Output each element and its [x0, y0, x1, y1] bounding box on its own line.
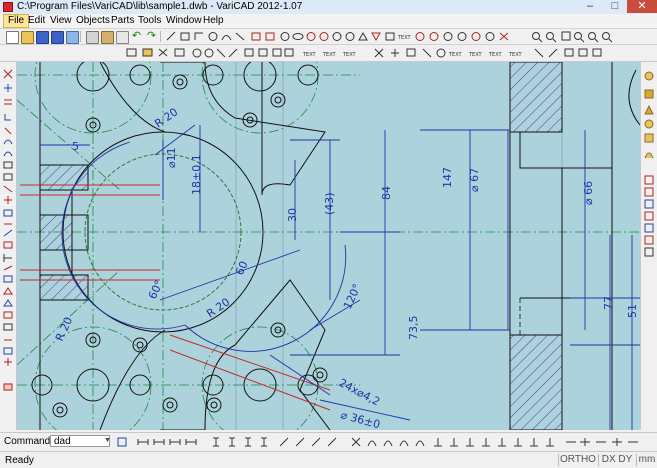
- save-all-icon[interactable]: [66, 31, 79, 44]
- svg-text:TEXT: TEXT: [468, 52, 483, 58]
- dimension-toolbar-icons[interactable]: [116, 433, 646, 451]
- svg-text:TEXT: TEXT: [397, 35, 412, 41]
- svg-text:TEXT: TEXT: [448, 52, 463, 58]
- dim-text[interactable]: 147: [441, 167, 454, 188]
- main-toolbar: ↶ ↷ TEXT: [0, 29, 657, 45]
- dim-text[interactable]: (43): [323, 192, 336, 215]
- dim-text[interactable]: 73,5: [407, 316, 420, 341]
- dim-text[interactable]: 84: [380, 186, 393, 200]
- maximize-button[interactable]: □: [603, 0, 627, 13]
- app-icon: [3, 2, 13, 12]
- left-toolbar-icons[interactable]: [0, 62, 16, 430]
- layer-toolbar-icons[interactable]: TEXT TEXT TEXT TEXT TEXT TEXT TEXT: [125, 45, 625, 61]
- dim-text[interactable]: 18±0,1: [190, 154, 203, 195]
- menu-help[interactable]: Help: [199, 14, 228, 28]
- dim-text[interactable]: 77: [602, 296, 615, 310]
- copy-icon[interactable]: [86, 31, 99, 44]
- status-text: Ready: [5, 455, 34, 466]
- save-file-icon[interactable]: [36, 31, 49, 44]
- right-toolbar-icons[interactable]: [641, 62, 657, 430]
- chevron-down-icon[interactable]: ▼: [104, 437, 111, 444]
- redo-icon[interactable]: ↷: [146, 31, 157, 42]
- undo-icon[interactable]: ↶: [131, 31, 142, 42]
- drawing-tools-icons[interactable]: TEXT: [164, 29, 644, 44]
- dim-text[interactable]: 51: [626, 304, 639, 318]
- svg-text:TEXT: TEXT: [322, 52, 337, 58]
- status-ortho[interactable]: ORTHO: [558, 454, 597, 466]
- status-bar: Ready ORTHO DX DY mm: [0, 451, 657, 468]
- new-file-icon[interactable]: [6, 31, 19, 44]
- svg-text:TEXT: TEXT: [488, 52, 503, 58]
- layer-toolbar: dimension ▼ TEXT TEXT TEXT TEXT TEXT: [0, 45, 657, 105]
- title-bar: C:\Program Files\VariCAD\lib\sample1.dwb…: [0, 0, 657, 15]
- dim-text[interactable]: 5: [72, 140, 79, 153]
- dim-text[interactable]: ⌀ 66: [582, 181, 595, 205]
- dim-text[interactable]: ⌀11: [165, 147, 178, 168]
- dim-text[interactable]: ⌀ 67: [468, 168, 481, 192]
- save-as-icon[interactable]: [51, 31, 64, 44]
- menu-bar: File Edit View Objects Parts Tools Windo…: [0, 14, 657, 29]
- minimize-button[interactable]: –: [578, 0, 602, 13]
- drawing-canvas[interactable]: R 20 ⌀11 18±0,1 5 30 (43) 84 147 ⌀ 67 ⌀ …: [17, 62, 640, 430]
- svg-text:TEXT: TEXT: [508, 52, 523, 58]
- status-dxdy[interactable]: DX DY: [598, 454, 635, 466]
- command-bar: Command: dad ▼: [0, 432, 657, 451]
- window-title: C:\Program Files\VariCAD\lib\sample1.dwb…: [17, 1, 303, 12]
- print-icon[interactable]: [116, 31, 129, 44]
- left-toolbar: [0, 62, 17, 430]
- close-button[interactable]: ✕: [627, 0, 657, 13]
- command-label: Command:: [4, 436, 53, 447]
- paste-icon[interactable]: [101, 31, 114, 44]
- dim-text[interactable]: 30: [286, 208, 299, 222]
- menu-tools[interactable]: Tools: [134, 14, 165, 28]
- right-toolbar: [640, 62, 657, 430]
- svg-text:TEXT: TEXT: [342, 52, 357, 58]
- command-input[interactable]: dad: [50, 435, 110, 447]
- svg-text:TEXT: TEXT: [302, 52, 317, 58]
- status-units: mm: [636, 454, 657, 466]
- open-file-icon[interactable]: [21, 31, 34, 44]
